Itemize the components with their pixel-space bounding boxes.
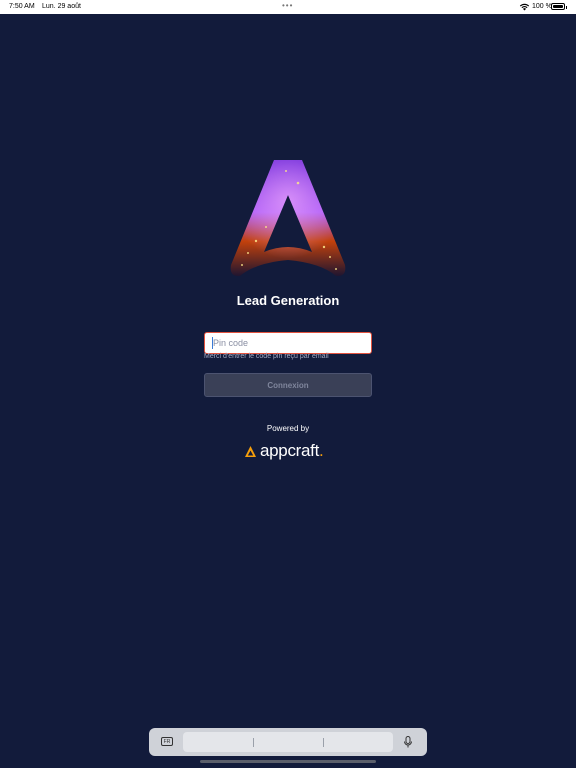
keyboard-language-icon[interactable]: FR — [161, 737, 173, 746]
appcraft-dot: . — [319, 441, 324, 460]
status-time: 7:50 AM — [9, 3, 35, 10]
appcraft-wordmark: appcraft — [260, 441, 320, 460]
status-bar: 7:50 AM Lun. 29 août ••• 100 % — [0, 0, 576, 14]
battery-percentage: 100 % — [532, 3, 552, 10]
predictive-text-bar[interactable] — [183, 732, 393, 752]
pin-helper-text: Merci d'entrer le code pin reçu par emai… — [204, 353, 329, 360]
microphone-icon[interactable] — [403, 736, 413, 748]
appcraft-logo: appcraft. — [244, 441, 334, 461]
multitasking-dots[interactable]: ••• — [282, 1, 293, 10]
home-indicator[interactable] — [200, 760, 376, 763]
suggestion-divider — [323, 738, 324, 747]
app-title: Lead Generation — [236, 293, 340, 308]
powered-by-label: Powered by — [266, 424, 310, 433]
keyboard-shortcut-bar: FR — [149, 728, 427, 756]
battery-icon — [551, 3, 567, 10]
appcraft-a-icon — [245, 445, 256, 457]
wifi-icon — [519, 3, 530, 11]
app-logo — [230, 160, 346, 277]
suggestion-divider — [253, 738, 254, 747]
status-date: Lun. 29 août — [42, 3, 81, 10]
pin-code-input[interactable] — [204, 332, 372, 354]
connexion-button[interactable]: Connexion — [204, 373, 372, 397]
text-caret — [212, 337, 213, 349]
